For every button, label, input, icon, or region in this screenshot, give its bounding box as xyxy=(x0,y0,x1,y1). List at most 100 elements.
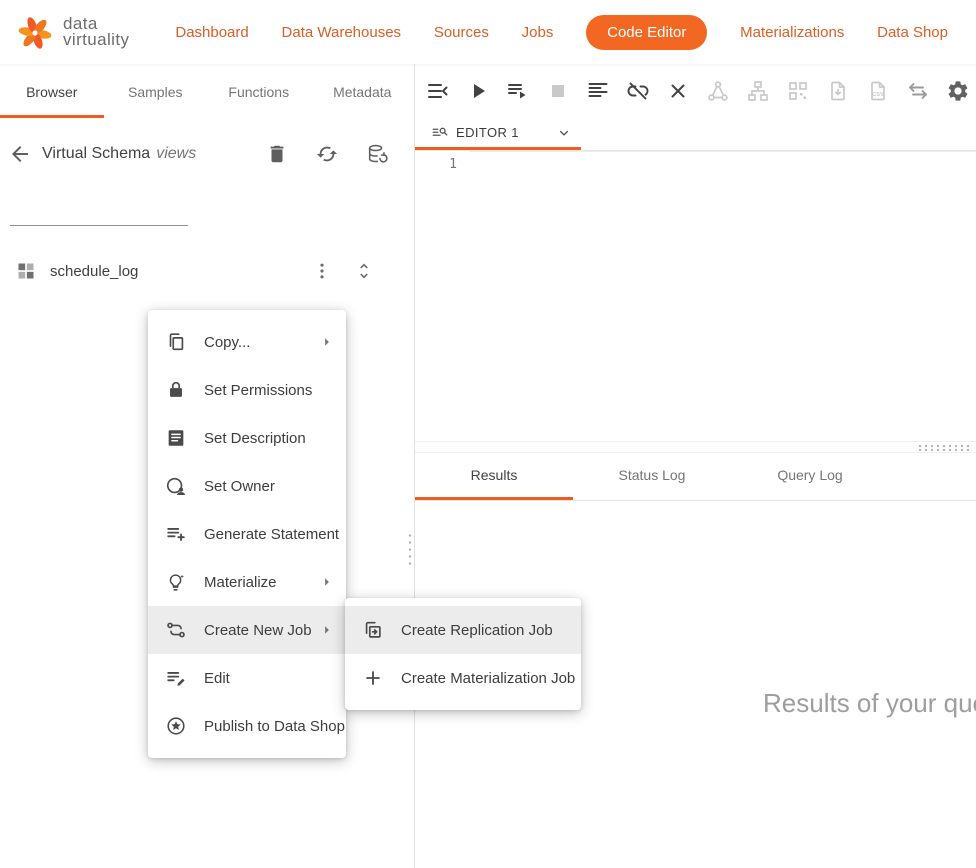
arrow-left-icon xyxy=(8,142,32,166)
tree-item-label: schedule_log xyxy=(50,263,138,280)
menu-item-set-owner[interactable]: Set Owner xyxy=(148,462,346,510)
create-new-job-submenu: Create Replication Job Create Materializ… xyxy=(345,598,581,710)
tab-functions[interactable]: Functions xyxy=(207,64,311,118)
tab-browser[interactable]: Browser xyxy=(0,64,104,118)
schema-title: Virtual Schemaviews xyxy=(42,145,196,163)
menu-item-create-replication-job[interactable]: Create Replication Job xyxy=(345,606,581,654)
file-download-icon xyxy=(826,79,850,103)
tree-item-schedule-log[interactable]: schedule_log xyxy=(0,252,414,290)
run-button[interactable] xyxy=(466,79,490,103)
swap-horizontal-icon xyxy=(906,79,930,103)
stop-icon xyxy=(546,79,570,103)
owner-icon xyxy=(165,475,187,497)
menu-open-icon xyxy=(426,79,450,103)
svg-text:CSV: CSV xyxy=(872,92,884,98)
editor-tab-bar: EDITOR 1 xyxy=(415,118,976,151)
settings-button[interactable] xyxy=(946,79,970,103)
unlink-button[interactable] xyxy=(626,79,650,103)
code-input-area[interactable] xyxy=(470,151,976,441)
main-area: Browser Samples Functions Metadata Virtu… xyxy=(0,64,976,868)
format-query-button[interactable] xyxy=(586,79,610,103)
table-grid-icon xyxy=(16,261,36,281)
nav-data-warehouses[interactable]: Data Warehouses xyxy=(282,24,402,41)
export-file-button xyxy=(826,79,850,103)
menu-item-set-description[interactable]: Set Description xyxy=(148,414,346,462)
menu-item-copy[interactable]: Copy... xyxy=(148,318,346,366)
menu-item-materialize[interactable]: Materialize xyxy=(148,558,346,606)
export-csv-button: CSV xyxy=(866,79,890,103)
swap-connection-button[interactable] xyxy=(906,79,930,103)
expand-collapse-button[interactable] xyxy=(352,259,376,283)
app-logo[interactable]: data virtuality xyxy=(14,11,129,53)
menu-item-create-materialization-job[interactable]: Create Materialization Job xyxy=(345,654,581,702)
menu-item-publish-to-data-shop[interactable]: Publish to Data Shop xyxy=(148,702,346,750)
replication-icon xyxy=(362,619,384,641)
nav-dashboard[interactable]: Dashboard xyxy=(175,24,248,41)
nav-data-shop[interactable]: Data Shop xyxy=(877,24,948,41)
panel-resize-handle[interactable] xyxy=(407,532,413,566)
gear-icon xyxy=(946,79,970,103)
logo-text: data virtuality xyxy=(63,16,129,48)
editor-tab-1[interactable]: EDITOR 1 xyxy=(415,118,581,150)
close-editor-button[interactable] xyxy=(666,79,690,103)
menu-item-create-new-job[interactable]: Create New Job xyxy=(148,606,346,654)
star-circle-icon xyxy=(165,715,187,737)
results-tab-bar: Results Status Log Query Log xyxy=(415,453,976,501)
manage-search-icon xyxy=(431,124,449,142)
database-sync-icon xyxy=(366,143,388,165)
tree-structure-icon xyxy=(746,79,770,103)
back-button[interactable] xyxy=(8,142,32,166)
run-script-button[interactable] xyxy=(506,79,530,103)
workflow-icon xyxy=(165,619,187,641)
code-editor-panel: CSV EDITOR 1 1 Result xyxy=(415,64,976,868)
nav-jobs[interactable]: Jobs xyxy=(522,24,554,41)
submenu-arrow-icon xyxy=(318,621,336,639)
refresh-icon xyxy=(316,143,338,165)
database-refresh-button[interactable] xyxy=(365,142,389,166)
unfold-more-icon xyxy=(354,261,374,281)
align-left-icon xyxy=(586,79,610,103)
tab-samples[interactable]: Samples xyxy=(104,64,208,118)
document-icon xyxy=(165,427,187,449)
chevron-down-icon[interactable] xyxy=(555,124,573,142)
plus-icon xyxy=(362,667,384,689)
playlist-add-icon xyxy=(165,523,187,545)
sidebar-tabs: Browser Samples Functions Metadata xyxy=(0,64,414,118)
copy-icon xyxy=(165,331,187,353)
stop-button xyxy=(546,79,570,103)
tab-metadata[interactable]: Metadata xyxy=(311,64,415,118)
submenu-arrow-icon xyxy=(318,573,336,591)
item-context-menu: Copy... Set Permissions Set Description … xyxy=(148,310,346,758)
schema-search-input[interactable] xyxy=(10,204,197,222)
logo-flower-icon xyxy=(14,11,56,53)
delete-schema-button[interactable] xyxy=(265,142,289,166)
lightbulb-icon xyxy=(165,571,187,593)
lineage-button xyxy=(746,79,770,103)
tab-results[interactable]: Results xyxy=(415,453,573,500)
playlist-edit-icon xyxy=(165,667,187,689)
tab-query-log[interactable]: Query Log xyxy=(731,453,889,500)
submenu-arrow-icon xyxy=(318,333,336,351)
refresh-schema-button[interactable] xyxy=(315,142,339,166)
tab-status-log[interactable]: Status Log xyxy=(573,453,731,500)
trash-icon xyxy=(266,143,288,165)
menu-item-set-permissions[interactable]: Set Permissions xyxy=(148,366,346,414)
results-splitter[interactable] xyxy=(415,441,976,453)
schema-search[interactable] xyxy=(10,204,188,226)
menu-item-edit[interactable]: Edit xyxy=(148,654,346,702)
code-editor-area: 1 xyxy=(415,151,976,441)
item-options-button[interactable] xyxy=(310,259,334,283)
line-number-gutter: 1 xyxy=(415,151,470,441)
nav-code-editor[interactable]: Code Editor xyxy=(586,15,707,50)
menu-item-generate-statement[interactable]: Generate Statement xyxy=(148,510,346,558)
link-off-icon xyxy=(626,79,650,103)
collapse-editor-list-button[interactable] xyxy=(426,79,450,103)
close-icon xyxy=(666,79,690,103)
schema-subtitle-text: views xyxy=(156,145,196,162)
nav-materializations[interactable]: Materializations xyxy=(740,24,844,41)
plan-grid-icon xyxy=(786,79,810,103)
graph-nodes-icon xyxy=(706,79,730,103)
nav-sources[interactable]: Sources xyxy=(434,24,489,41)
play-icon xyxy=(466,79,490,103)
schema-header: Virtual Schemaviews xyxy=(8,142,414,166)
